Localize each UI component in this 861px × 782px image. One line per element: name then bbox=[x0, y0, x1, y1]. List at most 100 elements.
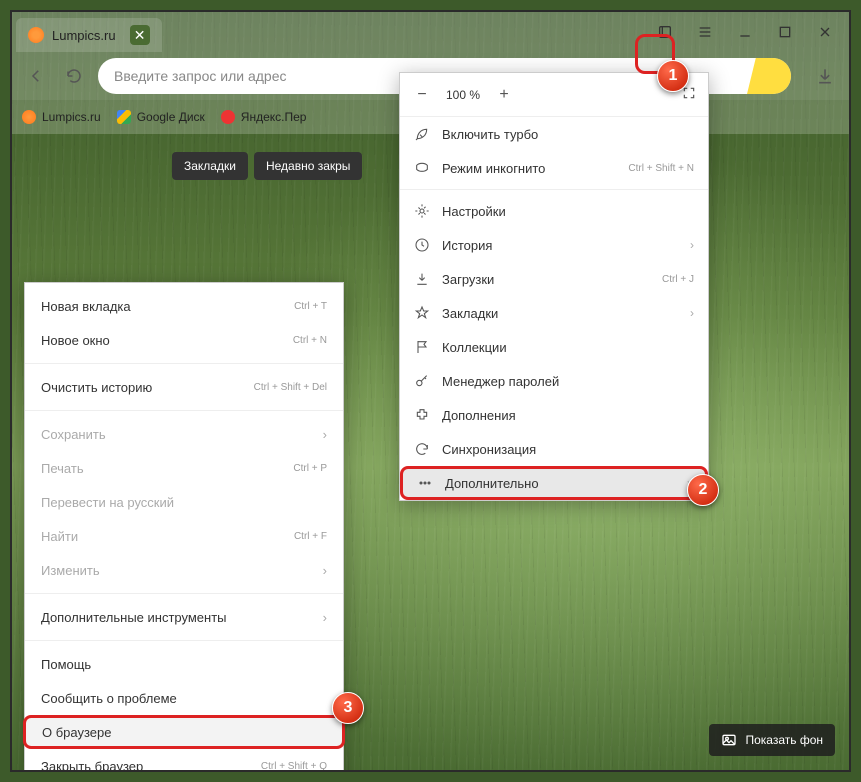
submenu-find[interactable]: Найти Ctrl + F bbox=[25, 519, 343, 553]
quick-recent-button[interactable]: Недавно закры bbox=[254, 152, 363, 180]
bookmark-gdrive[interactable]: Google Диск bbox=[117, 110, 205, 124]
zoom-out-button[interactable]: − bbox=[412, 86, 432, 104]
menu-label: Дополнения bbox=[442, 408, 516, 423]
rocket-icon bbox=[414, 126, 430, 142]
bookmark-label: Google Диск bbox=[137, 110, 205, 124]
download-icon bbox=[414, 271, 430, 287]
gdrive-icon bbox=[117, 110, 131, 124]
submenu-edit[interactable]: Изменить › bbox=[25, 553, 343, 587]
star-icon bbox=[414, 305, 430, 321]
menu-label: Сохранить bbox=[41, 427, 106, 442]
menu-label: Найти bbox=[41, 529, 78, 544]
menu-separator bbox=[400, 189, 708, 190]
submenu-tools[interactable]: Дополнительные инструменты › bbox=[25, 600, 343, 634]
show-background-button[interactable]: Показать фон bbox=[709, 724, 835, 756]
ellipsis-icon bbox=[417, 475, 433, 491]
chevron-right-icon: › bbox=[690, 238, 694, 252]
shortcut-hint: Ctrl + Shift + N bbox=[628, 163, 694, 174]
shortcut-hint: Ctrl + Shift + Del bbox=[254, 382, 327, 393]
maximize-button[interactable] bbox=[765, 12, 805, 52]
menu-label: Новая вкладка bbox=[41, 299, 131, 314]
bookmark-label: Lumpics.ru bbox=[42, 110, 101, 124]
close-window-button[interactable] bbox=[805, 12, 845, 52]
titlebar: Lumpics.ru ✕ bbox=[12, 12, 849, 52]
bookmark-lumpics[interactable]: Lumpics.ru bbox=[22, 110, 101, 124]
submenu-newwin[interactable]: Новое окно Ctrl + N bbox=[25, 323, 343, 357]
favicon-icon bbox=[28, 27, 44, 43]
menu-separator bbox=[25, 593, 343, 594]
menu-label: Дополнительно bbox=[445, 476, 539, 491]
shortcut-hint: Ctrl + Shift + Q bbox=[261, 761, 327, 772]
menu-label: Сообщить о проблеме bbox=[41, 691, 177, 706]
menu-history[interactable]: История › bbox=[400, 228, 708, 262]
main-menu-dropdown: − 100 % + Включить турбо Режим инкогнито… bbox=[399, 72, 709, 501]
fullscreen-button[interactable] bbox=[682, 86, 696, 103]
key-icon bbox=[414, 373, 430, 389]
menu-label: Перевести на русский bbox=[41, 495, 174, 510]
menu-label: Режим инкогнито bbox=[442, 161, 545, 176]
minimize-button[interactable] bbox=[725, 12, 765, 52]
menu-more[interactable]: Дополнительно › bbox=[400, 466, 708, 500]
quick-buttons-row: Закладки Недавно закры bbox=[172, 152, 362, 180]
shortcut-hint: Ctrl + F bbox=[294, 531, 327, 542]
sync-icon bbox=[414, 441, 430, 457]
menu-label: О браузере bbox=[42, 725, 112, 740]
callout-badge-3: 3 bbox=[332, 692, 364, 724]
show-bg-label: Показать фон bbox=[745, 733, 823, 747]
submenu-about[interactable]: О браузере bbox=[23, 715, 345, 749]
menu-label: История bbox=[442, 238, 492, 253]
back-button[interactable] bbox=[22, 62, 50, 90]
submenu-report[interactable]: Сообщить о проблеме bbox=[25, 681, 343, 715]
browser-tab[interactable]: Lumpics.ru ✕ bbox=[16, 18, 162, 52]
yandex-icon bbox=[221, 110, 235, 124]
menu-addons[interactable]: Дополнения bbox=[400, 398, 708, 432]
shortcut-hint: Ctrl + N bbox=[293, 335, 327, 346]
shortcut-hint: Ctrl + T bbox=[294, 301, 327, 312]
menu-settings[interactable]: Настройки bbox=[400, 194, 708, 228]
menu-collections[interactable]: Коллекции bbox=[400, 330, 708, 364]
menu-label: Закладки bbox=[442, 306, 498, 321]
quick-bookmarks-button[interactable]: Закладки bbox=[172, 152, 248, 180]
flag-icon bbox=[414, 339, 430, 355]
menu-separator bbox=[25, 640, 343, 641]
menu-label: Новое окно bbox=[41, 333, 110, 348]
menu-passwords[interactable]: Менеджер паролей bbox=[400, 364, 708, 398]
hamburger-menu-button[interactable] bbox=[685, 12, 725, 52]
menu-bookmarks[interactable]: Закладки › bbox=[400, 296, 708, 330]
menu-turbo[interactable]: Включить турбо bbox=[400, 117, 708, 151]
menu-incognito[interactable]: Режим инкогнито Ctrl + Shift + N bbox=[400, 151, 708, 185]
chevron-right-icon: › bbox=[323, 563, 327, 578]
menu-separator bbox=[25, 363, 343, 364]
menu-label: Синхронизация bbox=[442, 442, 536, 457]
menu-label: Изменить bbox=[41, 563, 100, 578]
submenu-clear[interactable]: Очистить историю Ctrl + Shift + Del bbox=[25, 370, 343, 404]
close-tab-button[interactable]: ✕ bbox=[130, 25, 150, 45]
zoom-in-button[interactable]: + bbox=[494, 86, 514, 104]
menu-label: Коллекции bbox=[442, 340, 507, 355]
clock-icon bbox=[414, 237, 430, 253]
submenu-close[interactable]: Закрыть браузер Ctrl + Shift + Q bbox=[25, 749, 343, 772]
more-submenu: Новая вкладка Ctrl + T Новое окно Ctrl +… bbox=[24, 282, 344, 772]
menu-sync[interactable]: Синхронизация bbox=[400, 432, 708, 466]
puzzle-icon bbox=[414, 407, 430, 423]
downloads-button[interactable] bbox=[811, 62, 839, 90]
reader-mode-button[interactable] bbox=[645, 12, 685, 52]
submenu-save[interactable]: Сохранить › bbox=[25, 417, 343, 451]
menu-downloads[interactable]: Загрузки Ctrl + J bbox=[400, 262, 708, 296]
chevron-right-icon: › bbox=[323, 610, 327, 625]
bookmark-yandex[interactable]: Яндекс.Пер bbox=[221, 110, 307, 124]
submenu-help[interactable]: Помощь bbox=[25, 647, 343, 681]
callout-badge-1: 1 bbox=[657, 60, 689, 92]
bookmark-label: Яндекс.Пер bbox=[241, 110, 307, 124]
callout-badge-2: 2 bbox=[687, 474, 719, 506]
submenu-print[interactable]: Печать Ctrl + P bbox=[25, 451, 343, 485]
chevron-right-icon: › bbox=[323, 427, 327, 442]
submenu-newtab[interactable]: Новая вкладка Ctrl + T bbox=[25, 289, 343, 323]
menu-label: Дополнительные инструменты bbox=[41, 610, 227, 625]
shortcut-hint: Ctrl + J bbox=[662, 274, 694, 285]
chevron-right-icon: › bbox=[690, 306, 694, 320]
reload-button[interactable] bbox=[60, 62, 88, 90]
lumpics-icon bbox=[22, 110, 36, 124]
menu-label: Настройки bbox=[442, 204, 506, 219]
submenu-translate[interactable]: Перевести на русский bbox=[25, 485, 343, 519]
